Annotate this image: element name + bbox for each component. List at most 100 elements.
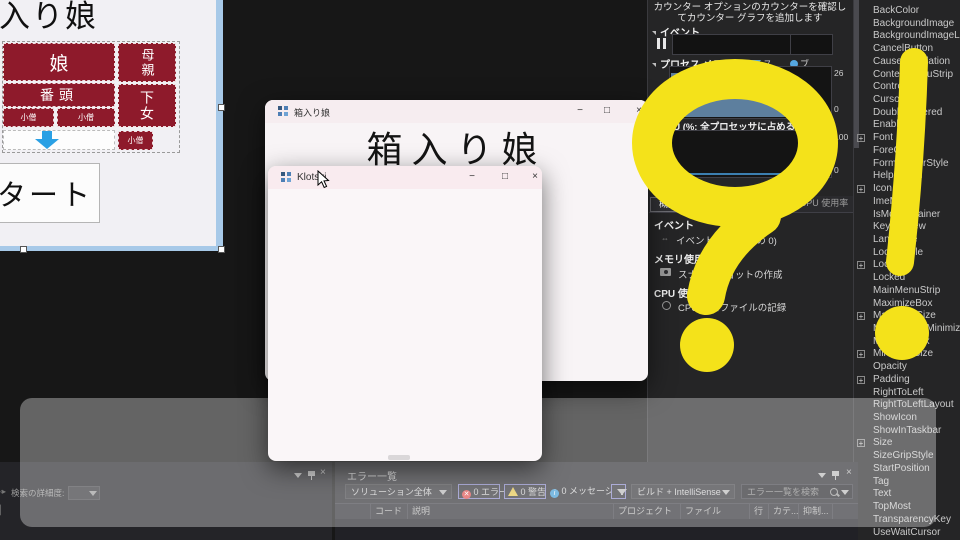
- property-row[interactable]: CausesValidation: [854, 56, 960, 69]
- property-row[interactable]: Cursor: [854, 94, 960, 107]
- property-row[interactable]: BackgroundImageLayout: [854, 30, 960, 43]
- property-name: ForeColor: [873, 144, 918, 156]
- klotski-window: Klotski − □ ×: [268, 166, 542, 461]
- expander-icon[interactable]: +: [857, 350, 865, 359]
- puzzle-board: 娘 母親 番頭 下女 小僧 小僧 小僧: [2, 41, 180, 153]
- property-row[interactable]: Opacity: [854, 361, 960, 374]
- close-button[interactable]: ×: [630, 102, 648, 120]
- memory-graph: [669, 66, 832, 119]
- clipped-icon: ▏: [0, 505, 7, 515]
- tile-kozo[interactable]: 小僧: [3, 108, 54, 127]
- property-row[interactable]: Localizable: [854, 247, 960, 260]
- property-row[interactable]: Language: [854, 234, 960, 247]
- property-name: UseWaitCursor: [873, 526, 941, 538]
- property-name: MinimizeBox: [873, 335, 930, 347]
- hakoiri-titlebar[interactable]: 箱入り娘 − □ ×: [265, 100, 648, 123]
- axis-label: 100: [834, 132, 849, 142]
- property-row[interactable]: MinimizeBox: [854, 336, 960, 349]
- pause-icon[interactable]: [657, 38, 666, 49]
- property-row[interactable]: HelpButton: [854, 170, 960, 183]
- tile-musume[interactable]: 娘: [3, 43, 115, 81]
- tile-banto[interactable]: 番頭: [3, 83, 115, 107]
- property-name: MdiChildrenMinimizedAnchorBottom: [873, 323, 960, 334]
- show-events-link[interactable]: イベントの表示 (0 の 0): [676, 233, 777, 247]
- resize-handle[interactable]: [218, 246, 225, 253]
- property-row[interactable]: ControlBox: [854, 81, 960, 94]
- expander-icon[interactable]: +: [857, 185, 865, 194]
- diag-tab-1[interactable]: 概要: [650, 197, 686, 212]
- axis-label: 26: [834, 68, 844, 78]
- tile-label: 下女: [139, 89, 155, 122]
- property-row[interactable]: FormBorderStyle: [854, 158, 960, 171]
- diag-tab-4[interactable]: CPU 使用率: [796, 197, 852, 210]
- property-name: Location: [873, 259, 911, 271]
- expander-icon[interactable]: +: [857, 261, 865, 270]
- overview-memory-header: メモリ使用量: [654, 255, 714, 266]
- tile-kozo[interactable]: 小僧: [57, 108, 115, 127]
- cpu-graph: [669, 130, 832, 178]
- diag-tab-2[interactable]: イベント: [686, 197, 730, 210]
- property-row[interactable]: UseWaitCursor: [854, 527, 960, 540]
- property-name: MainMenuStrip: [873, 284, 941, 296]
- property-row[interactable]: + MaximumSize: [854, 310, 960, 323]
- property-row[interactable]: ForeColor: [854, 145, 960, 158]
- designer-form-surface: 箱入り娘 娘 母親 番頭 下女 小僧 小僧 小僧 スタート: [0, 0, 216, 246]
- record-icon: [662, 301, 671, 310]
- property-row[interactable]: ImeMode: [854, 196, 960, 209]
- events-timeline[interactable]: [672, 34, 833, 55]
- expander-icon[interactable]: +: [857, 134, 865, 143]
- diag-tab-3[interactable]: メモリ使用量: [732, 197, 794, 210]
- start-button-label: スタート: [0, 178, 93, 212]
- property-row[interactable]: BackgroundImage: [854, 18, 960, 31]
- tile-label: 番頭: [40, 87, 78, 103]
- expander-icon[interactable]: +: [857, 312, 865, 321]
- property-row[interactable]: Enabled: [854, 119, 960, 132]
- property-row[interactable]: CancelButton: [854, 43, 960, 56]
- diag-tabs: 概要 イベント メモリ使用量 CPU 使用率: [649, 196, 854, 213]
- property-row[interactable]: MdiChildrenMinimizedAnchorBottom: [854, 323, 960, 336]
- property-name: MaximumSize: [873, 310, 936, 322]
- close-button[interactable]: ×: [526, 168, 542, 186]
- axis-label: 0: [661, 104, 666, 114]
- tile-gejo[interactable]: 下女: [118, 84, 176, 127]
- cpu-graph-line: [672, 173, 782, 175]
- axis-label: 100: [650, 132, 665, 142]
- property-row[interactable]: + Font: [854, 132, 960, 145]
- property-row[interactable]: + Icon: [854, 183, 960, 196]
- property-row[interactable]: BackColor: [854, 5, 960, 18]
- property-name: CancelButton: [873, 43, 934, 55]
- empty-tile[interactable]: [3, 130, 115, 150]
- property-name: MinimumSize: [873, 348, 934, 360]
- take-snapshot-link[interactable]: スナップショットの作成: [678, 267, 783, 281]
- expander-icon[interactable]: +: [857, 375, 865, 384]
- tile-label: 母親: [139, 47, 155, 78]
- property-row[interactable]: KeyPreview: [854, 221, 960, 234]
- minimize-button[interactable]: −: [463, 168, 481, 186]
- property-row[interactable]: Locked: [854, 272, 960, 285]
- minimize-button[interactable]: −: [571, 102, 589, 120]
- diagnostic-tools-panel: カウンター オプションのカウンターを確認してカウンター グラフを追加します イベ…: [647, 0, 854, 462]
- record-cpu-link[interactable]: CPU プロファイルの記録: [678, 300, 786, 314]
- axis-label: 0: [834, 104, 839, 114]
- property-row[interactable]: IsMdiContainer: [854, 209, 960, 222]
- property-name: DoubleBuffered: [873, 106, 943, 118]
- property-row[interactable]: DoubleBuffered: [854, 107, 960, 120]
- property-row[interactable]: MainMenuStrip: [854, 285, 960, 298]
- property-name: HelpButton: [873, 170, 923, 182]
- property-row[interactable]: + Location: [854, 259, 960, 272]
- start-button[interactable]: スタート: [0, 163, 100, 223]
- tile-hahaoya[interactable]: 母親: [118, 43, 176, 82]
- tile-kozo[interactable]: 小僧: [118, 131, 153, 150]
- property-row[interactable]: + MinimumSize: [854, 348, 960, 361]
- property-row[interactable]: + Padding: [854, 374, 960, 387]
- klotski-titlebar[interactable]: Klotski − □ ×: [268, 166, 542, 189]
- maximize-button[interactable]: □: [598, 102, 616, 120]
- tile-label: 小僧: [78, 113, 94, 122]
- resize-handle[interactable]: [218, 104, 225, 111]
- resize-handle[interactable]: [20, 246, 27, 253]
- property-name: FormBorderStyle: [873, 157, 949, 169]
- property-row[interactable]: ContextMenuStrip: [854, 69, 960, 82]
- property-row[interactable]: MaximizeBox: [854, 298, 960, 311]
- axis-label: 0: [657, 165, 662, 175]
- maximize-button[interactable]: □: [496, 168, 514, 186]
